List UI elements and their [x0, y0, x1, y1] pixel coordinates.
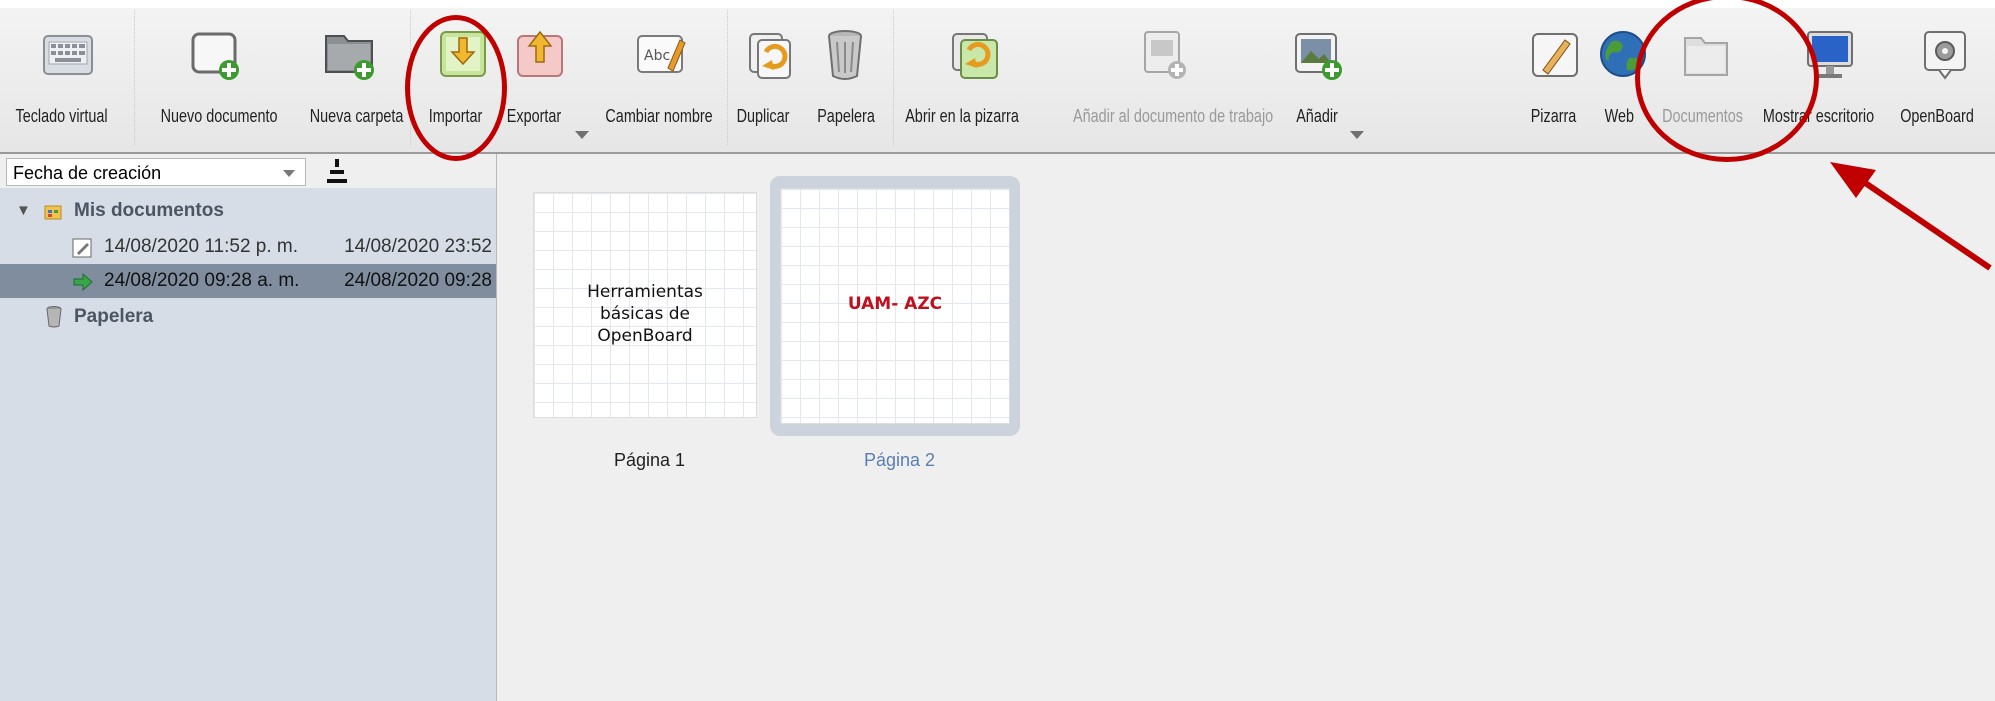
trash-button[interactable]: Papelera [810, 18, 880, 143]
new-folder-icon [325, 35, 374, 80]
export-dropdown-arrow-icon[interactable] [575, 131, 589, 139]
keyboard-icon [42, 35, 93, 75]
sort-order-value: Fecha de creación [13, 163, 162, 183]
open-in-board-icon [952, 33, 998, 79]
trash-label: Papelera [74, 306, 154, 327]
toolbar-separator [727, 10, 728, 145]
page-thumbnail-1[interactable]: Herramientas básicas de OpenBoard [533, 192, 757, 418]
new-document-label: Nuevo documento [160, 106, 278, 126]
trash-icon [828, 30, 862, 80]
new-document-button[interactable]: Nuevo documento [150, 18, 280, 143]
openboard-label: OpenBoard [1900, 106, 1974, 126]
openboard-window: Teclado virtual Nuevo documento Nueva ca… [0, 0, 1995, 701]
openboard-menu-button[interactable]: OpenBoard [1895, 18, 1995, 143]
page-thumbnails-area: Herramientas básicas de OpenBoard Página 1… [497, 154, 1995, 701]
new-folder-button[interactable]: Nueva carpeta [300, 18, 403, 143]
folder-icon [44, 205, 62, 220]
annotation-arrow [1830, 162, 1992, 271]
add-image-icon [1295, 33, 1342, 80]
rename-label: Cambiar nombre [605, 106, 713, 126]
board-icon [1532, 33, 1578, 77]
document-item-selected[interactable]: 24/08/2020 09:28 a. m. 24/08/2020 09:28 [0, 264, 496, 298]
expand-triangle-icon[interactable]: ▼ [16, 194, 31, 228]
pencil-document-icon [72, 238, 92, 258]
sort-direction-icon[interactable] [324, 156, 350, 186]
add-to-document-icon [1144, 31, 1186, 79]
board-label: Pizarra [1530, 106, 1577, 126]
settings-icon [1924, 31, 1966, 80]
page-2-label: Página 2 [864, 450, 936, 470]
sort-bar: Fecha de creación [0, 154, 496, 188]
tree-row-my-documents[interactable]: ▼ Mis documentos [0, 194, 496, 228]
sort-order-select[interactable]: Fecha de creación [6, 158, 306, 186]
documents-sidebar: Fecha de creación ▼ Mis documentos 14/08… [0, 154, 497, 701]
add-to-working-document-button[interactable]: Añadir al documento de trabajo [1060, 18, 1274, 143]
open-in-board-button[interactable]: Abrir en la pizarra [905, 18, 1045, 143]
document-date: 24/08/2020 09:28 [344, 270, 492, 291]
trash-label: Papelera [817, 106, 875, 126]
chevron-down-icon [283, 170, 295, 177]
my-documents-label: Mis documentos [74, 200, 224, 221]
new-document-icon [191, 32, 239, 80]
rename-icon: Abc [637, 35, 686, 73]
duplicate-icon [749, 33, 791, 79]
virtual-keyboard-label: Teclado virtual [15, 106, 108, 126]
add-label: Añadir [1296, 106, 1338, 126]
document-item[interactable]: 14/08/2020 11:52 p. m. 14/08/2020 23:52 [0, 230, 496, 264]
add-button[interactable]: Añadir [1283, 18, 1353, 143]
page-thumbnail-2[interactable]: UAM- AZC [780, 188, 1010, 424]
rename-button[interactable]: Abc Cambiar nombre [600, 18, 720, 143]
duplicate-label: Duplicar [736, 106, 790, 126]
export-icon [517, 30, 563, 77]
document-date: 14/08/2020 23:52 [344, 236, 492, 257]
document-name: 24/08/2020 09:28 a. m. [104, 270, 300, 291]
board-button[interactable]: Pizarra [1525, 18, 1585, 143]
export-label: Exportar [506, 106, 562, 126]
duplicate-button[interactable]: Duplicar [730, 18, 810, 143]
open-in-board-label: Abrir en la pizarra [905, 106, 1019, 126]
document-name: 14/08/2020 11:52 p. m. [104, 236, 299, 257]
export-button[interactable]: Exportar [500, 18, 580, 143]
web-label: Web [1604, 106, 1635, 126]
add-dropdown-arrow-icon[interactable] [1350, 131, 1364, 139]
trash-icon [46, 306, 62, 328]
tree-row-trash[interactable]: Papelera [0, 300, 496, 334]
svg-text:Abc: Abc [644, 48, 670, 64]
toolbar-separator [134, 10, 135, 145]
add-to-working-document-label: Añadir al documento de trabajo [1073, 106, 1274, 126]
page-2-content-text: UAM- AZC [847, 294, 943, 314]
current-document-arrow-icon [73, 273, 93, 291]
toolbar-separator [893, 10, 894, 145]
annotation-circle-documents [1635, 0, 1819, 162]
virtual-keyboard-button[interactable]: Teclado virtual [10, 18, 125, 143]
page-1-label: Página 1 [614, 450, 686, 470]
annotation-circle-import [405, 15, 507, 161]
page-1-content-text: Herramientas básicas de OpenBoard [587, 282, 703, 346]
new-folder-label: Nueva carpeta [309, 106, 404, 126]
